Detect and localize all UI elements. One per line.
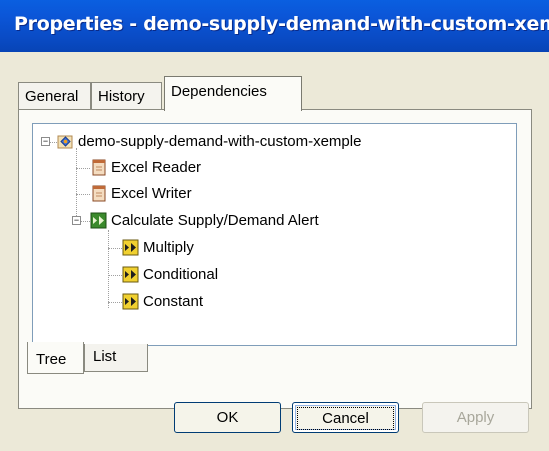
tree-node-excel-writer[interactable]: Excel Writer: [90, 183, 192, 205]
title-bar[interactable]: Properties - demo-supply-demand-with-cus…: [0, 0, 549, 52]
step-arrow-icon: [122, 293, 139, 310]
properties-dialog: Properties - demo-supply-demand-with-cus…: [0, 0, 549, 451]
tree-line: [108, 275, 122, 276]
workflow-diamond-icon: [57, 133, 74, 150]
tab-history[interactable]: History: [91, 82, 162, 109]
dependency-tree[interactable]: − demo-supply-demand-with-custom-xemple …: [32, 123, 517, 346]
step-arrow-icon: [122, 266, 139, 283]
document-icon: [90, 185, 107, 202]
tree-node-label: Constant: [143, 293, 204, 310]
window-title: Properties - demo-supply-demand-with-cus…: [14, 13, 549, 35]
dependencies-panel: − demo-supply-demand-with-custom-xemple …: [18, 109, 532, 409]
step-arrow-icon: [90, 212, 107, 229]
tree-line: [49, 142, 57, 143]
apply-button[interactable]: Apply: [422, 402, 529, 433]
tree-node-excel-reader[interactable]: Excel Reader: [90, 157, 201, 179]
step-arrow-icon: [122, 239, 139, 256]
tab-tree-label: Tree: [36, 351, 67, 368]
tab-list[interactable]: List: [84, 344, 148, 372]
focus-ring: Cancel: [297, 407, 394, 430]
collapse-root-icon[interactable]: −: [41, 137, 50, 146]
dialog-body: General History Dependencies − demo-supp…: [0, 52, 549, 451]
tree-node-label: Conditional: [143, 266, 219, 283]
tree-node-label: demo-supply-demand-with-custom-xemple: [78, 133, 362, 150]
tree-node-root[interactable]: demo-supply-demand-with-custom-xemple: [57, 131, 361, 153]
cancel-button[interactable]: Cancel: [292, 402, 399, 433]
document-icon: [90, 159, 107, 176]
tree-node-calculate[interactable]: Calculate Supply/Demand Alert: [90, 210, 319, 232]
tab-general-label: General: [25, 88, 79, 105]
tree-node-conditional[interactable]: Conditional: [122, 264, 218, 286]
tab-list-label: List: [93, 348, 117, 365]
tab-dependencies[interactable]: Dependencies: [164, 76, 302, 111]
tree-node-label: Excel Writer: [111, 185, 192, 202]
tree-line: [108, 248, 122, 249]
cancel-button-label: Cancel: [322, 410, 369, 427]
tab-tree[interactable]: Tree: [27, 342, 84, 374]
tree-line: [76, 194, 90, 195]
tree-line: [76, 148, 77, 222]
tree-node-label: Calculate Supply/Demand Alert: [111, 212, 319, 229]
tree-node-multiply[interactable]: Multiply: [122, 237, 194, 259]
ok-button-label: OK: [216, 409, 239, 426]
tree-line: [81, 221, 90, 222]
tree-line: [76, 168, 90, 169]
tree-node-label: Excel Reader: [111, 159, 202, 176]
tab-dependencies-label: Dependencies: [171, 83, 267, 100]
ok-button[interactable]: OK: [174, 402, 281, 433]
tab-general[interactable]: General: [18, 82, 91, 109]
tab-history-label: History: [98, 88, 145, 105]
apply-button-label: Apply: [456, 409, 495, 426]
tree-node-constant[interactable]: Constant: [122, 291, 203, 313]
tree-line: [108, 302, 122, 303]
tree-node-label: Multiply: [143, 239, 194, 256]
tree-line: [108, 230, 109, 308]
collapse-calculate-icon[interactable]: −: [72, 216, 81, 225]
